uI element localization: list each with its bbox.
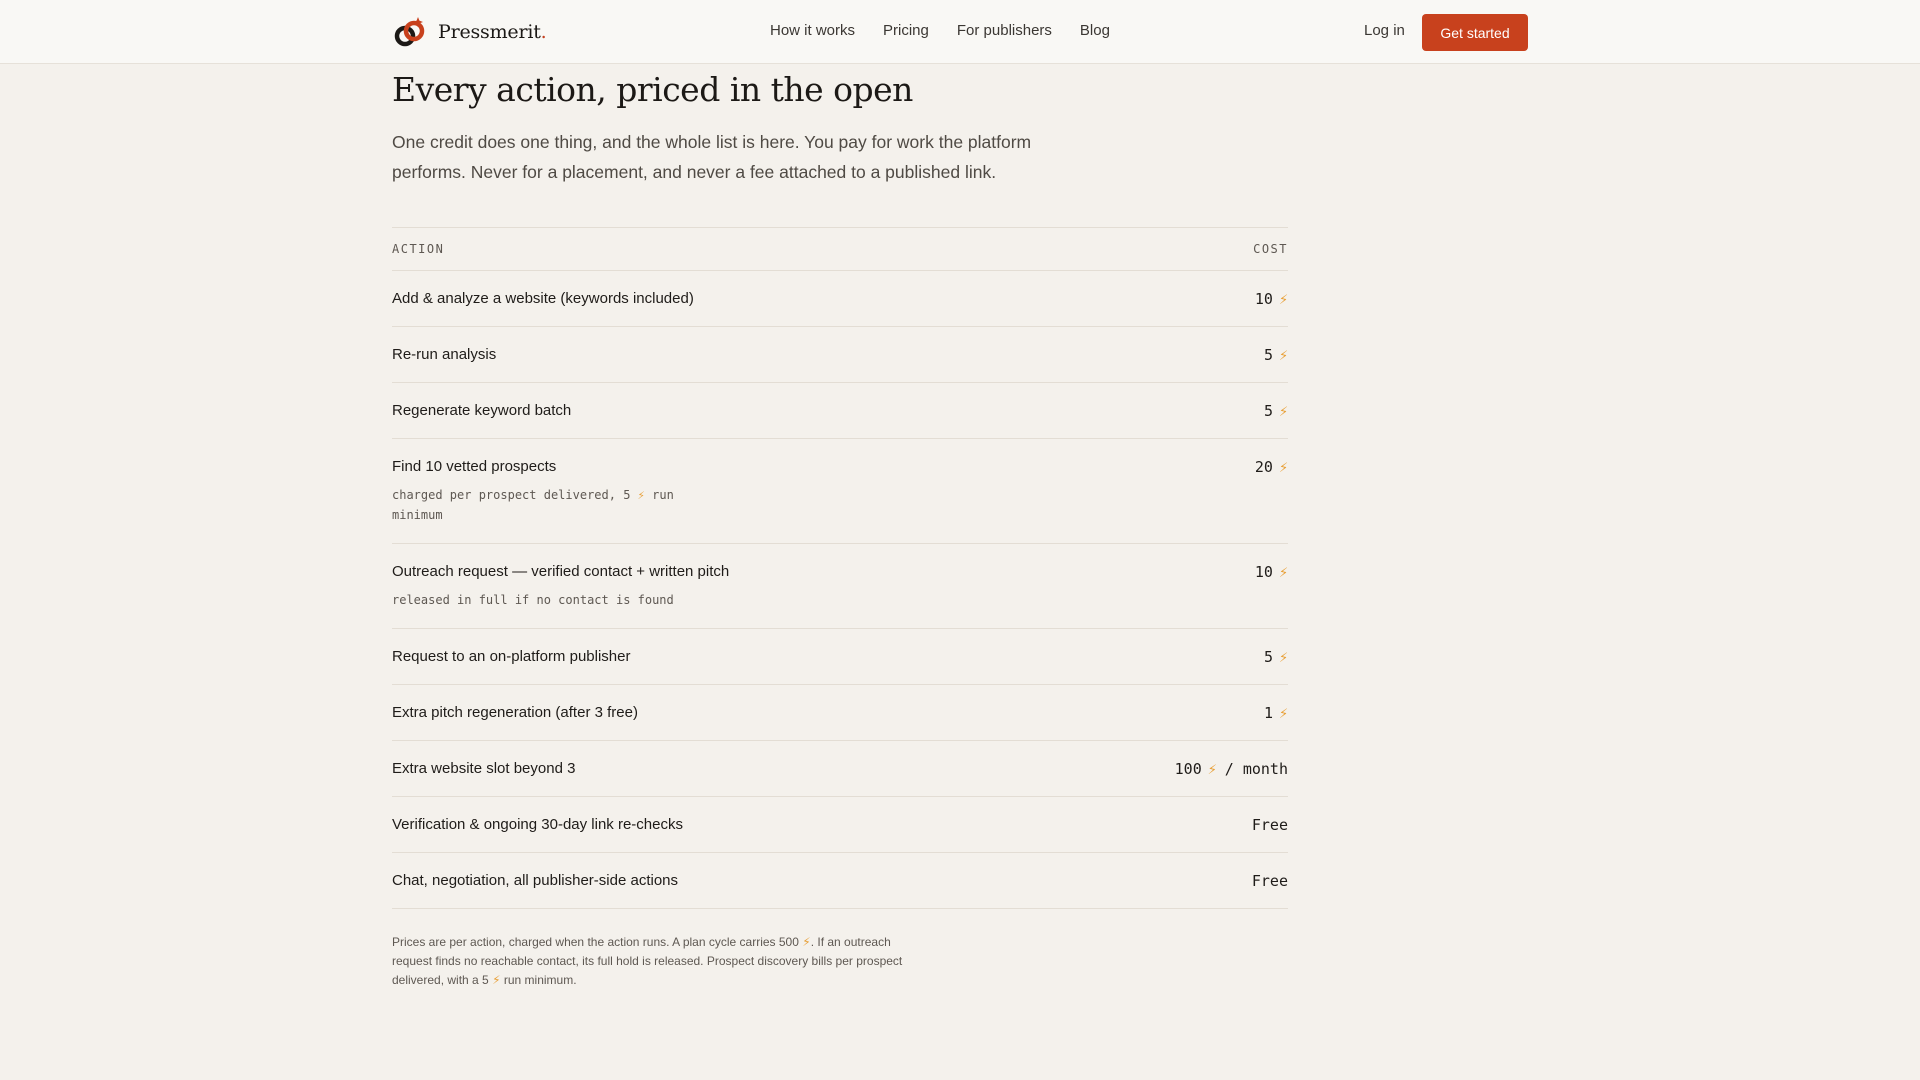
cost-value: 5 ⚡: [1090, 326, 1288, 383]
bolt-icon: ⚡: [802, 935, 811, 949]
pressmerit-logo-icon: [394, 17, 425, 47]
table-row: Re-run analysis 5 ⚡: [392, 326, 1288, 383]
bolt-icon: ⚡: [1207, 760, 1217, 778]
table-row: Chat, negotiation, all publisher-side ac…: [392, 852, 1288, 909]
bolt-icon: ⚡: [1278, 346, 1288, 364]
action-label: Re-run analysis: [392, 326, 1091, 383]
get-started-button[interactable]: Get started: [1422, 14, 1528, 51]
action-label: Verification & ongoing 30-day link re-ch…: [392, 796, 1091, 853]
cost-value: 5 ⚡: [1090, 382, 1288, 439]
table-row: Verification & ongoing 30-day link re-ch…: [392, 796, 1288, 853]
nav-pricing[interactable]: Pricing: [883, 22, 929, 39]
cost-value: 100 ⚡ / month: [1090, 740, 1288, 797]
bolt-icon: ⚡: [1278, 704, 1288, 722]
action-label: Extra website slot beyond 3: [392, 740, 1091, 797]
table-row: Request to an on-platform publisher 5 ⚡: [392, 628, 1288, 685]
action-note: released in full if no contact is found: [392, 593, 674, 607]
action-label: Extra pitch regeneration (after 3 free): [392, 684, 1091, 741]
pricing-section: Every action, priced in the open One cre…: [392, 64, 1288, 990]
table-row: Regenerate keyword batch 5 ⚡: [392, 382, 1288, 439]
nav-blog[interactable]: Blog: [1080, 22, 1110, 39]
action-label: Regenerate keyword batch: [392, 382, 1091, 439]
table-row: Extra pitch regeneration (after 3 free) …: [392, 684, 1288, 741]
table-row: Extra website slot beyond 3 100 ⚡ / month: [392, 740, 1288, 797]
intro-paragraph: One credit does one thing, and the whole…: [392, 132, 1032, 182]
cost-value: 10 ⚡: [1090, 543, 1288, 629]
action-label: Outreach request — verified contact + wr…: [392, 563, 730, 580]
action-label: Find 10 vetted prospects: [392, 458, 557, 475]
cost-value: 10 ⚡: [1090, 270, 1288, 327]
action-note: charged per prospect delivered, 5 ⚡ run …: [392, 488, 674, 522]
action-cell: Outreach request — verified contact + wr…: [392, 543, 1091, 629]
nav-for-publishers[interactable]: For publishers: [957, 22, 1052, 39]
per-month-label: / month: [1224, 760, 1288, 778]
cost-column-header: COST: [1090, 227, 1288, 271]
brand-logo-link[interactable]: Pressmerit.: [392, 14, 547, 50]
pricing-table: ACTION COST Add & analyze a website (key…: [392, 227, 1288, 909]
cost-value: 1 ⚡: [1090, 684, 1288, 741]
bolt-icon: ⚡: [1278, 402, 1288, 420]
action-label: Chat, negotiation, all publisher-side ac…: [392, 852, 1091, 909]
cost-value: 20 ⚡: [1090, 438, 1288, 544]
table-row: Outreach request — verified contact + wr…: [392, 543, 1288, 629]
main-nav: How it works Pricing For publishers Blog: [770, 22, 1110, 39]
table-header-row: ACTION COST: [392, 227, 1288, 271]
action-cell: Find 10 vetted prospects charged per pro…: [392, 438, 1091, 544]
cost-value: Free: [1090, 852, 1288, 909]
bolt-icon: ⚡: [1278, 648, 1288, 666]
top-navbar: Pressmerit. How it works Pricing For pub…: [0, 0, 1920, 64]
nav-how-it-works[interactable]: How it works: [770, 22, 855, 39]
bolt-icon: ⚡: [1278, 458, 1288, 476]
action-label: Request to an on-platform publisher: [392, 628, 1091, 685]
login-link[interactable]: Log in: [1364, 22, 1405, 39]
table-row: Add & analyze a website (keywords includ…: [392, 270, 1288, 327]
action-column-header: ACTION: [392, 227, 1091, 271]
bolt-icon: ⚡: [492, 973, 501, 987]
bolt-icon: ⚡: [1278, 563, 1288, 581]
bolt-icon: ⚡: [1278, 290, 1288, 308]
cost-value: 5 ⚡: [1090, 628, 1288, 685]
bolt-icon: ⚡: [637, 488, 645, 502]
action-label: Add & analyze a website (keywords includ…: [392, 270, 1091, 327]
pricing-footnote: Prices are per action, charged when the …: [392, 935, 903, 987]
brand-name: Pressmerit.: [438, 21, 547, 43]
page-title: Every action, priced in the open: [392, 70, 913, 109]
cost-value: Free: [1090, 796, 1288, 853]
table-row: Find 10 vetted prospects charged per pro…: [392, 438, 1288, 544]
